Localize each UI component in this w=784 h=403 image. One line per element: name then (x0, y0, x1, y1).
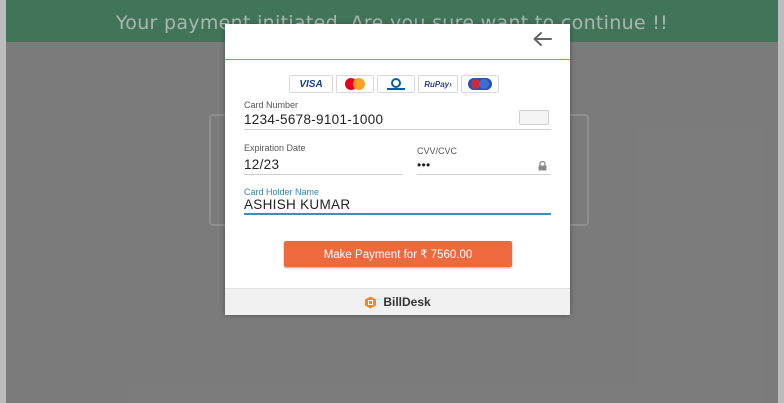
credit-card-icon (519, 110, 549, 125)
expiration-label: Expiration Date (244, 143, 306, 153)
maestro-logo (461, 75, 499, 93)
payment-page: Your payment initiated. Are you sure wan… (0, 0, 784, 403)
cvv-input[interactable]: ••• (417, 158, 431, 172)
rupay-logo: RuPay› (418, 75, 458, 93)
cvv-label: CVV/CVC (417, 146, 458, 156)
card-holder-field[interactable]: Card Holder Name ASHISH KUMAR (244, 187, 551, 215)
diners-club-logo (377, 75, 415, 93)
expiration-underline (244, 174, 403, 175)
card-holder-underline (244, 213, 551, 215)
card-holder-label: Card Holder Name (244, 187, 320, 197)
make-payment-button[interactable]: Make Payment for ₹ 7560.00 (284, 241, 512, 267)
card-logos: VISA RuPay› (289, 75, 499, 95)
billdesk-brand: BillDesk (383, 295, 431, 309)
payment-modal: VISA RuPay› Card Number 1234-5678-9101-1… (225, 24, 570, 315)
card-holder-input[interactable]: ASHISH KUMAR (244, 197, 350, 212)
cvv-underline (417, 174, 551, 175)
modal-footer: BillDesk (225, 288, 570, 315)
card-number-label: Card Number (244, 100, 299, 110)
card-number-field[interactable]: Card Number 1234-5678-9101-1000 (244, 100, 551, 131)
billdesk-logo-icon (364, 296, 377, 309)
modal-header (225, 24, 570, 60)
back-arrow-icon[interactable] (532, 31, 552, 47)
cvv-field[interactable]: CVV/CVC ••• (417, 146, 551, 176)
card-number-input[interactable]: 1234-5678-9101-1000 (244, 112, 383, 127)
mastercard-logo (336, 75, 374, 93)
lock-icon (538, 158, 547, 171)
card-number-underline (244, 129, 551, 130)
expiration-input[interactable]: 12/23 (244, 157, 279, 172)
visa-logo: VISA (289, 75, 333, 93)
expiration-field[interactable]: Expiration Date 12/23 (244, 143, 403, 176)
